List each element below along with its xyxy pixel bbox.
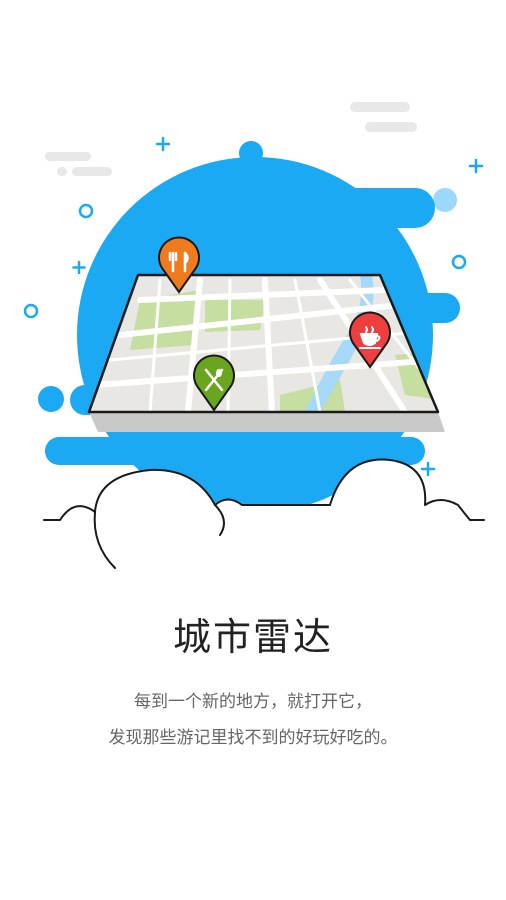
gray-streak-right xyxy=(350,102,417,132)
description-line-1: 每到一个新的地方，就打开它， xyxy=(134,692,372,712)
city-radar-illustration xyxy=(23,102,485,590)
description-line-2: 发现那些游记里找不到的好玩好吃的。 xyxy=(108,728,398,748)
gray-streak-left xyxy=(45,152,112,176)
page-title: 城市雷达 xyxy=(172,615,333,659)
